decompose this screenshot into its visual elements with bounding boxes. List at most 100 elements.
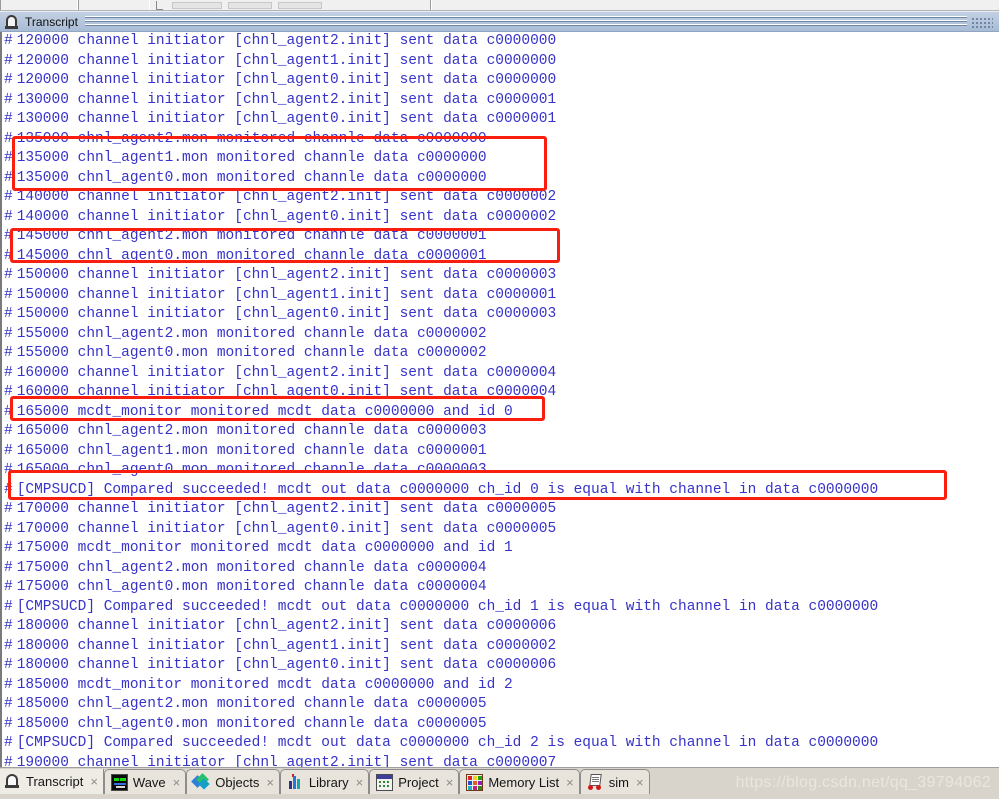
transcript-log-area[interactable]: #120000 channel initiator [chnl_agent2.i… [0, 32, 999, 767]
tab-label: Memory List [488, 774, 560, 790]
log-line: #180000 channel initiator [chnl_agent0.i… [2, 656, 999, 676]
log-line-prefix: # [4, 52, 13, 69]
log-line: #165000 chnl_agent0.mon monitored channl… [2, 461, 999, 481]
log-line-text: 150000 channel initiator [chnl_agent1.in… [16, 286, 557, 303]
toolbar-field[interactable] [278, 2, 322, 9]
log-line-text: 135000 chnl_agent1.mon monitored channle… [16, 150, 487, 166]
log-line-text: 120000 channel initiator [chnl_agent0.in… [16, 72, 557, 88]
log-line-prefix: # [4, 754, 13, 768]
tab-label: Project [398, 774, 439, 790]
log-line-text: 180000 channel initiator [chnl_agent0.in… [16, 657, 557, 673]
log-line: #175000 mcdt_monitor monitored mcdt data… [2, 539, 999, 559]
log-line-prefix: # [4, 676, 13, 693]
log-line-text: 190000 channel initiator [chnl_agent2.in… [16, 754, 557, 768]
close-icon[interactable]: × [566, 775, 574, 790]
log-line: #130000 channel initiator [chnl_agent2.i… [2, 91, 999, 111]
tab-wave[interactable]: Wave × [103, 769, 187, 794]
log-line: #175000 chnl_agent0.mon monitored channl… [2, 578, 999, 598]
log-line-prefix: # [4, 384, 13, 400]
log-line-text: [CMPSUCD] Compared succeeded! mcdt out d… [16, 481, 879, 498]
log-line: #190000 channel initiator [chnl_agent2.i… [2, 754, 999, 768]
log-line-text: 165000 mcdt_monitor monitored mcdt data … [16, 403, 513, 420]
log-line: #135000 chnl_agent2.mon monitored channl… [2, 130, 999, 150]
log-line: #135000 chnl_agent0.mon monitored channl… [2, 169, 999, 189]
tab-label: sim [608, 774, 629, 790]
log-line-text: 170000 channel initiator [chnl_agent2.in… [16, 501, 557, 517]
log-line-text: 140000 channel initiator [chnl_agent0.in… [16, 208, 557, 225]
close-icon[interactable]: × [446, 775, 454, 790]
log-line-prefix: # [4, 520, 13, 537]
tab-project[interactable]: Project × [369, 769, 460, 794]
log-line: #150000 channel initiator [chnl_agent1.i… [2, 286, 999, 306]
log-line: #180000 channel initiator [chnl_agent2.i… [2, 617, 999, 637]
project-icon [376, 773, 394, 791]
resize-grip-icon[interactable] [971, 15, 993, 28]
log-line-text: [CMPSUCD] Compared succeeded! mcdt out d… [16, 598, 879, 615]
log-line: #140000 channel initiator [chnl_agent2.i… [2, 188, 999, 208]
log-line-text: 150000 channel initiator [chnl_agent0.in… [16, 306, 557, 322]
log-line-prefix: # [4, 598, 13, 615]
toolbar-strip [0, 0, 999, 11]
log-line-prefix: # [4, 657, 13, 673]
toolbar-bracket-icon [156, 1, 163, 10]
close-icon[interactable]: × [356, 775, 364, 790]
titlebar-rules-decoration [84, 15, 967, 28]
library-icon [287, 773, 304, 791]
log-line-prefix: # [4, 169, 13, 186]
tab-label: Transcript [26, 774, 84, 789]
log-line-text: 180000 channel initiator [chnl_agent1.in… [16, 637, 557, 654]
log-line-prefix: # [4, 579, 13, 595]
tab-library[interactable]: Library × [279, 769, 370, 794]
log-line-text: 175000 chnl_agent0.mon monitored channle… [16, 579, 487, 595]
close-icon[interactable]: × [90, 774, 98, 789]
close-icon[interactable]: × [266, 775, 274, 790]
log-line: #150000 channel initiator [chnl_agent2.i… [2, 266, 999, 286]
log-line-text: 140000 channel initiator [chnl_agent2.in… [16, 189, 557, 205]
log-line-list: #120000 channel initiator [chnl_agent2.i… [2, 32, 999, 767]
close-icon[interactable]: × [636, 775, 644, 790]
log-line-prefix: # [4, 130, 13, 147]
log-line: #145000 chnl_agent2.mon monitored channl… [2, 227, 999, 247]
tab-memory-list[interactable]: Memory List × [459, 769, 580, 794]
log-line-text: 165000 chnl_agent2.mon monitored channle… [16, 423, 487, 439]
transcript-pane-titlebar[interactable]: Transcript [0, 11, 999, 32]
log-line: #120000 channel initiator [chnl_agent2.i… [2, 32, 999, 52]
log-line: #180000 channel initiator [chnl_agent1.i… [2, 637, 999, 657]
log-line-prefix: # [4, 481, 13, 498]
log-line: #165000 mcdt_monitor monitored mcdt data… [2, 403, 999, 423]
log-line-text: 120000 channel initiator [chnl_agent2.in… [16, 33, 557, 49]
log-line-prefix: # [4, 618, 13, 634]
log-line-prefix: # [4, 501, 13, 517]
log-line-text: 175000 mcdt_monitor monitored mcdt data … [16, 540, 513, 556]
tab-sim[interactable]: sim × [579, 769, 650, 794]
log-line: #130000 channel initiator [chnl_agent0.i… [2, 110, 999, 130]
log-line: #185000 chnl_agent2.mon monitored channl… [2, 695, 999, 715]
toolbar-cell [78, 0, 150, 10]
tab-transcript[interactable]: Transcript × [0, 769, 104, 794]
log-line-prefix: # [4, 228, 13, 244]
tab-label: Objects [215, 774, 260, 790]
log-line: #160000 channel initiator [chnl_agent0.i… [2, 383, 999, 403]
log-line-prefix: # [4, 345, 13, 361]
close-icon[interactable]: × [173, 775, 181, 790]
log-line-prefix: # [4, 735, 13, 751]
window-tabbar[interactable]: Transcript × Wave × Objects × Library × Project ×… [0, 767, 999, 799]
log-line-text: 170000 channel initiator [chnl_agent0.in… [16, 520, 557, 537]
log-line: #135000 chnl_agent1.mon monitored channl… [2, 149, 999, 169]
pane-title: Transcript [25, 14, 78, 29]
tab-label: Wave [132, 774, 166, 790]
log-line-text: 145000 chnl_agent2.mon monitored channle… [16, 228, 487, 244]
log-line-text: 165000 chnl_agent1.mon monitored channle… [16, 442, 487, 459]
log-line-text: 130000 channel initiator [chnl_agent0.in… [16, 111, 557, 127]
log-line-prefix: # [4, 189, 13, 205]
toolbar-field[interactable] [228, 2, 272, 9]
log-line: #185000 mcdt_monitor monitored mcdt data… [2, 676, 999, 696]
transcript-icon [4, 773, 21, 790]
toolbar-field[interactable] [172, 2, 222, 9]
log-line-prefix: # [4, 247, 13, 264]
log-line: #165000 chnl_agent1.mon monitored channl… [2, 442, 999, 462]
toolbar-cell [430, 0, 432, 10]
log-line-text: 185000 chnl_agent0.mon monitored channle… [16, 715, 487, 732]
tab-objects[interactable]: Objects × [186, 769, 280, 794]
log-line-text: 130000 channel initiator [chnl_agent2.in… [16, 91, 557, 108]
